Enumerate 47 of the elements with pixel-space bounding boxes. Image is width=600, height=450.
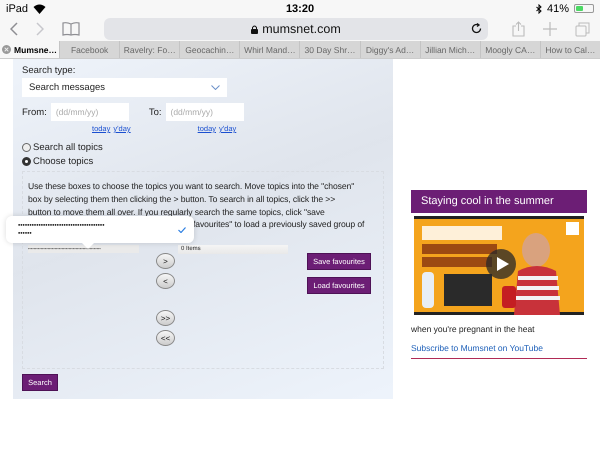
play-icon[interactable]: [486, 249, 516, 279]
browser-tab[interactable]: Diggy's Ad…: [360, 41, 420, 58]
book-icon[interactable]: [62, 22, 80, 36]
browser-tab[interactable]: Jillian Mich…: [420, 41, 480, 58]
radio-button[interactable]: [22, 143, 31, 152]
battery-percentage: 41%: [546, 2, 570, 14]
lock-icon: [251, 24, 258, 34]
browser-tab[interactable]: 30 Day Shr…: [299, 41, 360, 58]
move-button[interactable]: <: [156, 273, 175, 290]
url-text: mumsnet.com: [262, 22, 341, 36]
field-label: Search type:: [22, 65, 76, 76]
browser-tab[interactable]: Whirl Mand…: [239, 41, 300, 58]
address-bar[interactable]: mumsnet.com: [104, 18, 488, 40]
browser-tab[interactable]: Facebook: [59, 41, 120, 58]
search-type-dropdown[interactable]: Search messages: [22, 78, 227, 97]
video-caption: when you're pregnant in the heat: [411, 324, 536, 334]
wifi-icon: [33, 4, 46, 14]
radio-label: Search all topics: [33, 142, 103, 153]
bluetooth-icon: [536, 4, 542, 14]
forward-icon[interactable]: [36, 22, 44, 36]
date-field[interactable]: (dd/mm/yy): [166, 103, 244, 121]
browser-tab[interactable]: Geocachin…: [179, 41, 240, 58]
reload-icon[interactable]: [471, 23, 482, 34]
chevron-icon: [211, 85, 220, 90]
date-field[interactable]: (dd/mm/yy): [50, 103, 129, 121]
move-button[interactable]: <<: [156, 330, 175, 346]
instructions-text: favourites" to load a previously saved group of: [193, 218, 364, 232]
clock-time: 13:20: [286, 2, 314, 14]
browser-tab[interactable]: Ravelry: Fo…: [119, 41, 180, 58]
subscribe-link[interactable]: Subscribe to Mumsnet on YouTube: [411, 343, 543, 353]
radio-button[interactable]: [22, 157, 31, 166]
field-label: From:: [22, 106, 47, 118]
battery-icon: [574, 4, 594, 13]
browser-tab[interactable]: How to Cal…: [540, 41, 600, 58]
field-label: To:: [148, 106, 162, 118]
tabs-icon[interactable]: [575, 22, 590, 36]
browser-tab[interactable]: Mumsne…: [0, 41, 60, 58]
device-name: iPad: [6, 2, 28, 14]
move-button[interactable]: >: [156, 253, 175, 270]
browser-tab[interactable]: Moogly CA…: [480, 41, 540, 58]
share-icon[interactable]: [512, 21, 525, 37]
plus-icon[interactable]: [543, 22, 557, 36]
close-icon[interactable]: [2, 45, 12, 54]
widget-title: Staying cool in the summer: [411, 190, 587, 213]
move-button[interactable]: >>: [156, 310, 175, 326]
back-icon[interactable]: [10, 22, 18, 36]
radio-label: Choose topics: [33, 156, 94, 167]
